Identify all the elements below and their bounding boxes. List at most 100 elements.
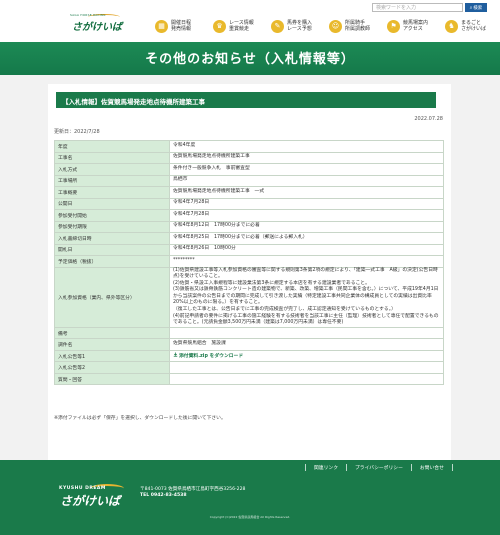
search-button[interactable]: ⌕ 検索: [465, 3, 487, 12]
nav-item-5[interactable]: ⚑ 競馬場案内 アクセス: [387, 14, 445, 38]
search-box: ⌕ 検索: [372, 3, 487, 12]
global-nav: ▦ 開催日程 発売情報 ♛ レース情報 重賞競走 ✎ 馬券を購入 レース予想 ☺ 所属騎手 所…: [155, 14, 500, 38]
nav-item-label: 馬券を購入 レース予想: [287, 19, 313, 33]
nav-item-6[interactable]: ♞ まるごと さがけいば: [445, 14, 500, 38]
site-footer: 関連リンク プライバシーポリシー お問い合せ KYUSHU DREAM さがけいば …: [0, 460, 500, 535]
row-key: 入札公告等2: [54, 361, 170, 374]
download-icon: [173, 352, 178, 357]
row-key: 予定価格（税抜）: [54, 255, 170, 268]
search-input[interactable]: [372, 3, 463, 12]
site-logo[interactable]: SAGA HORSE RACING さがけいば: [70, 13, 124, 33]
table-row: 調件名 佐賀県競馬組合 施設課: [54, 338, 444, 351]
page-title: その他のお知らせ（入札情報等）: [145, 52, 355, 67]
row-key: 工事名: [54, 151, 170, 164]
footer-address: 〒841-0073 佐賀県鳥栖市江島町字西谷3256-228: [140, 487, 246, 492]
news-date: 2022.07.28: [414, 116, 443, 122]
nav-item-label: レース情報 重賞競走: [229, 19, 254, 33]
row-key: 工事場所: [54, 174, 170, 187]
download-link-label: 添付資料.zip をダウンロード: [179, 353, 244, 359]
row-key: 入札書締切日時: [54, 232, 170, 245]
search-button-label: 検索: [473, 5, 483, 11]
row-value: 令和4年7月28日: [169, 197, 444, 210]
row-key: 入札方式: [54, 163, 170, 176]
bid-info-table: 年度 令和4年度 工事名 佐賀競馬場発走地点待機所建築工事 入札方式 条件付き一般競争入札…: [54, 140, 444, 386]
trophy-icon: ♛: [213, 19, 226, 33]
nav-item-label: 開催日程 発売情報: [171, 19, 192, 33]
row-value: [169, 372, 444, 386]
table-row: 年度 令和4年度: [54, 140, 444, 153]
nav-item-4[interactable]: ☺ 所属騎手 所属調教師: [329, 14, 387, 38]
news-updated-date: 更新日：2022/7/28: [54, 129, 100, 135]
row-value: 佐賀県競馬組合 施設課: [169, 338, 444, 351]
footer-link[interactable]: 関連リンク: [305, 464, 346, 471]
row-key: 公開日: [54, 197, 170, 210]
table-row: 入札参加資格（業内、県外等区分） (1)佐賀県建設工事等入札参加資格の審査等に関す…: [54, 266, 444, 328]
row-key: 備考: [54, 326, 170, 340]
row-value: 佐賀競馬場発走地点待機所建築工事: [169, 151, 444, 164]
news-card: 【入札情報】佐賀競馬場発走地点待機所建築工事 2022.07.28 更新日：20…: [48, 84, 451, 464]
attachment-note: ※添付ファイルは必ず「保存」を選択し、ダウンロードした後に開いて下さい。: [54, 416, 226, 421]
row-value: (1)佐賀県建設工事等入札参加資格の審査等に関する規則第3条第2項の規定により、…: [169, 266, 444, 328]
news-title: 【入札情報】佐賀競馬場発走地点待機所建築工事: [56, 92, 436, 108]
nav-item-label: 競馬場案内 アクセス: [403, 19, 429, 33]
row-key: 質問・回答: [54, 372, 170, 386]
row-value: 佐賀競馬場発走地点待機所建築工事 一式: [169, 186, 444, 199]
row-key: 入札公告等1: [54, 349, 170, 363]
jockey-icon: ☺: [329, 19, 342, 33]
logo-text: さがけいば: [72, 22, 122, 33]
copyright: Copyright (C)2022 佐賀県競馬組合 All Rights Res…: [209, 515, 291, 519]
logo-subtitle: SAGA HORSE RACING: [70, 13, 106, 17]
horse-icon: ♞: [445, 19, 458, 33]
row-value: [169, 326, 444, 340]
row-value: 令和4年8月26日 10時00分: [169, 243, 444, 256]
row-value: 鳥栖市: [169, 174, 444, 187]
search-icon: ⌕: [469, 5, 473, 11]
footer-tel: TEL 0942-83-4538: [140, 493, 187, 498]
table-row: 予定価格（税抜） *********: [54, 255, 444, 268]
row-key: 参加受付開始: [54, 209, 170, 222]
calendar-icon: ▦: [155, 19, 168, 33]
row-value: *********: [169, 255, 444, 268]
row-value: 令和4年8月12日 17時00分までに必着: [169, 220, 444, 233]
footer-logo-subtitle: KYUSHU DREAM: [59, 486, 106, 491]
table-row: 参加受付期限 令和4年8月12日 17時00分までに必着: [54, 220, 444, 233]
table-row: 入札方式 条件付き一般競争入札 事前審査型: [54, 163, 444, 176]
table-row: 工事概要 佐賀競馬場発走地点待機所建築工事 一式: [54, 186, 444, 199]
table-row: 備考: [54, 326, 444, 340]
row-key: 調件名: [54, 338, 170, 351]
table-row: 入札公告等2: [54, 361, 444, 374]
download-link[interactable]: 添付資料.zip をダウンロード: [173, 352, 244, 359]
row-value: 令和4年7月28日: [169, 209, 444, 222]
page-banner: その他のお知らせ（入札情報等）: [0, 42, 500, 75]
footer-logo-text: さがけいば: [60, 494, 121, 508]
nav-item-label: 所属騎手 所属調教師: [345, 19, 371, 33]
nav-item-2[interactable]: ♛ レース情報 重賞競走: [213, 14, 271, 38]
footer-link[interactable]: プライバシーポリシー: [346, 464, 411, 471]
table-row: 工事場所 鳥栖市: [54, 174, 444, 187]
table-row: 参加受付開始 令和4年7月28日: [54, 209, 444, 222]
row-key: 年度: [54, 140, 170, 153]
row-value: 令和4年8月25日 17時00分までに必着（郵送による郵入札）: [169, 232, 444, 245]
table-row: 入札公告等1 添付資料.zip をダウンロード: [54, 349, 444, 363]
footer-links: 関連リンク プライバシーポリシー お問い合せ: [305, 464, 453, 471]
nav-item-3[interactable]: ✎ 馬券を購入 レース予想: [271, 14, 329, 38]
table-row: 公開日 令和4年7月28日: [54, 197, 444, 210]
table-row: 工事名 佐賀競馬場発走地点待機所建築工事: [54, 151, 444, 164]
row-value: 令和4年度: [169, 140, 444, 153]
site-header: SAGA HORSE RACING さがけいば ⌕ 検索 ▦開催日程 発売情報♛…: [0, 0, 500, 42]
nav-item-1[interactable]: ▦ 開催日程 発売情報: [155, 14, 213, 38]
table-row: 質問・回答: [54, 372, 444, 386]
nav-item-label: まるごと さがけいば: [461, 19, 487, 33]
row-key: 参加受付期限: [54, 220, 170, 233]
row-key: 開札日: [54, 243, 170, 256]
row-key: 工事概要: [54, 186, 170, 199]
table-row: 開札日 令和4年8月26日 10時00分: [54, 243, 444, 256]
row-key: 入札参加資格（業内、県外等区分）: [54, 266, 170, 328]
map-pin-icon: ⚑: [387, 19, 400, 33]
footer-link[interactable]: お問い合せ: [410, 464, 453, 471]
footer-logo[interactable]: KYUSHU DREAM さがけいば: [56, 482, 126, 510]
row-value: 添付資料.zip をダウンロード: [169, 349, 444, 363]
row-value: [169, 361, 444, 374]
ticket-icon: ✎: [271, 19, 284, 33]
table-row: 入札書締切日時 令和4年8月25日 17時00分までに必着（郵送による郵入札）: [54, 232, 444, 245]
